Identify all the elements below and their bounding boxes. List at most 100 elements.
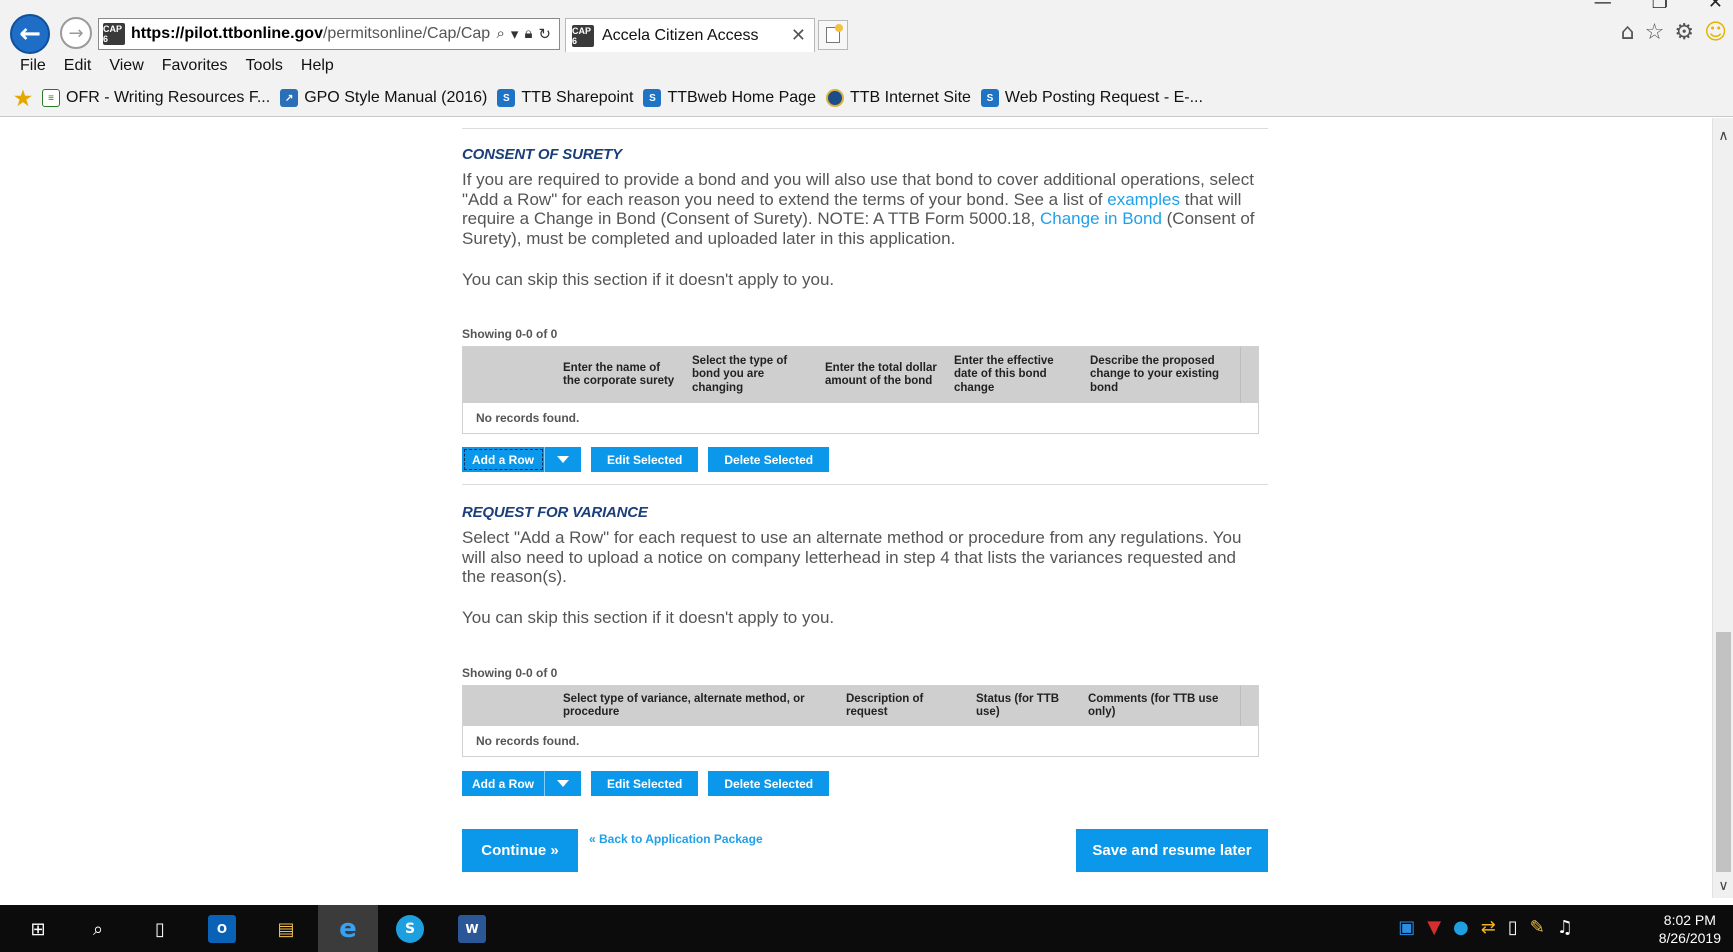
home-icon[interactable]: ⌂ — [1621, 20, 1635, 45]
col-comments[interactable]: Comments (for TTB use only) — [1088, 686, 1238, 726]
dropdown-icon[interactable]: ▾ — [511, 25, 519, 43]
clock-date: 8/26/2019 — [1658, 930, 1721, 946]
tab-title: Accela Citizen Access — [602, 26, 759, 44]
browser-tab[interactable]: CAP 6 Accela Citizen Access ✕ — [565, 18, 815, 52]
url-text[interactable]: https://pilot.ttbonline.gov/permitsonlin… — [131, 25, 497, 43]
chevron-down-icon[interactable] — [545, 771, 581, 796]
vertical-scrollbar[interactable]: ∧ ∨ — [1712, 118, 1733, 898]
outlook-tray-icon[interactable]: ▣ — [1398, 917, 1415, 938]
back-arrow-icon[interactable]: ← — [10, 14, 50, 54]
col-status[interactable]: Status (for TTB use) — [976, 686, 1081, 726]
add-row-label[interactable]: Add a Row — [462, 447, 545, 472]
menu-tools[interactable]: Tools — [246, 57, 283, 75]
scroll-up-icon[interactable]: ∧ — [1713, 128, 1733, 144]
consent-delete-selected-button[interactable]: Delete Selected — [708, 447, 830, 472]
search-icon[interactable]: ⌕ — [84, 915, 112, 943]
sync-icon[interactable]: ⇄ — [1481, 917, 1496, 938]
browser-chrome: ← → CAP 6 https://pilot.ttbonline.gov/pe… — [0, 0, 1733, 117]
search-icon[interactable]: ⌕ — [497, 25, 505, 43]
skype-icon[interactable]: S — [396, 915, 424, 943]
consent-grid: Enter the name of the corporate surety S… — [462, 346, 1259, 434]
variance-intro: Select "Add a Row" for each request to u… — [462, 528, 1242, 586]
lock-icon[interactable]: 🔒︎ — [524, 25, 532, 43]
mcafee-icon[interactable]: ▼ — [1427, 917, 1441, 938]
settings-gear-icon[interactable]: ⚙ — [1674, 20, 1694, 45]
new-tab-icon — [826, 24, 843, 43]
page-viewport: CONSENT OF SURETY If you are required to… — [0, 118, 1712, 898]
favorite-item[interactable]: ≡ OFR - Writing Resources F... — [42, 89, 270, 107]
add-favorite-star-icon[interactable]: ★ — [14, 88, 32, 110]
menu-view[interactable]: View — [109, 57, 143, 75]
favorite-item[interactable]: TTB Internet Site — [825, 89, 971, 107]
minimize-icon[interactable]: — — [1594, 0, 1612, 13]
restore-icon[interactable]: ❐ — [1652, 0, 1668, 13]
menu-help[interactable]: Help — [301, 57, 334, 75]
variance-edit-selected-button[interactable]: Edit Selected — [591, 771, 699, 796]
variance-delete-selected-button[interactable]: Delete Selected — [708, 771, 830, 796]
favorite-item[interactable]: S TTBweb Home Page — [643, 89, 816, 107]
refresh-icon[interactable]: ↻ — [538, 25, 551, 43]
feedback-smiley-icon[interactable]: ☺ — [1704, 20, 1727, 45]
usb-icon[interactable]: ▯ — [1508, 917, 1518, 938]
consent-add-row-button[interactable]: Add a Row — [462, 447, 581, 472]
examples-link[interactable]: examples — [1107, 190, 1180, 209]
favorite-item[interactable]: S TTB Sharepoint — [497, 89, 633, 107]
consent-grid-header: Enter the name of the corporate surety S… — [463, 347, 1258, 403]
consent-empty-row: No records found. — [463, 403, 1258, 433]
tab-favicon-icon: CAP 6 — [572, 24, 594, 47]
volume-icon[interactable]: ♫ — [1557, 917, 1573, 938]
skype-tray-icon[interactable]: ● — [1453, 917, 1469, 938]
ttb-seal-icon — [825, 89, 844, 107]
col-description[interactable]: Description of request — [846, 686, 966, 726]
add-row-label[interactable]: Add a Row — [462, 771, 545, 796]
menu-bar: File Edit View Favorites Tools Help — [0, 53, 334, 79]
favorite-item[interactable]: ↗ GPO Style Manual (2016) — [280, 89, 487, 107]
variance-grid: Select type of variance, alternate metho… — [462, 685, 1259, 757]
system-clock[interactable]: 8:02 PM 8/26/2019 — [1659, 911, 1721, 947]
scroll-down-icon[interactable]: ∨ — [1713, 878, 1733, 894]
internet-explorer-icon[interactable]: e — [334, 914, 362, 944]
favorites-star-icon[interactable]: ☆ — [1645, 20, 1665, 45]
sharepoint-icon: S — [497, 89, 516, 107]
variance-grid-header: Select type of variance, alternate metho… — [463, 686, 1258, 726]
consent-intro: If you are required to provide a bond an… — [462, 170, 1255, 248]
pen-icon[interactable]: ✎ — [1530, 917, 1545, 938]
variance-record-count: Showing 0-0 of 0 — [462, 666, 558, 680]
new-tab-button[interactable] — [818, 20, 848, 50]
close-window-icon[interactable]: ✕ — [1708, 0, 1723, 13]
menu-favorites[interactable]: Favorites — [162, 57, 228, 75]
chevron-down-icon[interactable] — [545, 447, 581, 472]
clock-time: 8:02 PM — [1663, 912, 1716, 928]
file-explorer-icon[interactable]: ▤ — [272, 915, 300, 943]
task-view-icon[interactable]: ▯ — [146, 915, 174, 943]
favorites-bar: ★ ≡ OFR - Writing Resources F... ↗ GPO Sty… — [0, 84, 1203, 112]
col-surety-name[interactable]: Enter the name of the corporate surety — [563, 347, 685, 403]
close-tab-icon[interactable]: ✕ — [791, 25, 806, 46]
address-bar[interactable]: CAP 6 https://pilot.ttbonline.gov/permit… — [98, 18, 560, 50]
word-icon[interactable]: W — [458, 915, 486, 943]
col-dollar-amount[interactable]: Enter the total dollar amount of the bon… — [825, 347, 947, 403]
menu-file[interactable]: File — [20, 57, 46, 75]
divider — [462, 484, 1268, 485]
continue-button[interactable]: Continue » — [462, 829, 578, 872]
outlook-icon[interactable]: O — [208, 915, 236, 943]
windows-start-icon[interactable]: ⊞ — [24, 915, 52, 943]
scroll-thumb[interactable] — [1716, 632, 1731, 872]
col-proposed-change[interactable]: Describe the proposed change to your exi… — [1090, 347, 1228, 403]
col-bond-type[interactable]: Select the type of bond you are changing — [692, 347, 818, 403]
variance-section-title: REQUEST FOR VARIANCE — [462, 504, 648, 521]
consent-edit-selected-button[interactable]: Edit Selected — [591, 447, 699, 472]
windows-taskbar: ⊞ ⌕ ▯ O ▤ e S W ▣ ▼ ● ⇄ ▯ ✎ ♫ 8:02 PM 8/… — [0, 905, 1733, 952]
menu-edit[interactable]: Edit — [64, 57, 92, 75]
favorite-item[interactable]: S Web Posting Request - E-... — [980, 89, 1203, 107]
variance-skip-note: You can skip this section if it doesn't … — [462, 608, 835, 627]
variance-empty-row: No records found. — [463, 726, 1258, 756]
variance-add-row-button[interactable]: Add a Row — [462, 771, 581, 796]
forward-arrow-icon[interactable]: → — [60, 17, 92, 49]
col-effective-date[interactable]: Enter the effective date of this bond ch… — [954, 347, 1082, 403]
address-row: ← → CAP 6 https://pilot.ttbonline.gov/pe… — [0, 0, 1733, 54]
back-to-package-link[interactable]: « Back to Application Package — [589, 832, 763, 846]
save-resume-button[interactable]: Save and resume later — [1076, 829, 1268, 872]
change-in-bond-link[interactable]: Change in Bond — [1040, 209, 1162, 228]
col-variance-type[interactable]: Select type of variance, alternate metho… — [563, 686, 813, 726]
